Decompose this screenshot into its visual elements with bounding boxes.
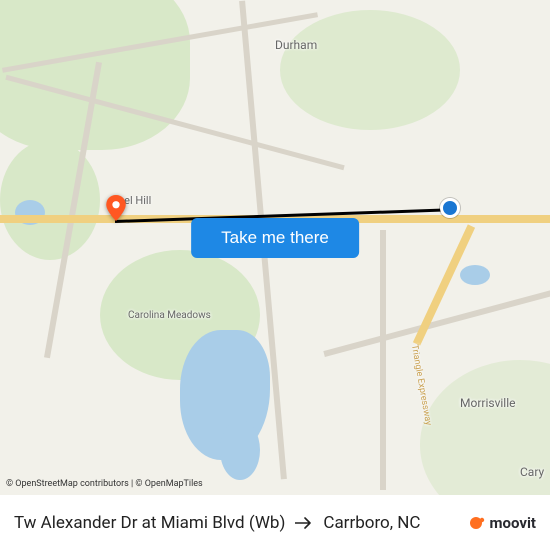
take-me-there-button[interactable]: Take me there: [191, 218, 359, 258]
map-attribution: © OpenStreetMap contributors | © OpenMap…: [6, 479, 203, 489]
map-highway: [413, 224, 475, 345]
map-label-morrisville: Morrisville: [460, 396, 516, 410]
map-viewport[interactable]: Durham pel Hill Carolina Meadows Morrisv…: [0, 0, 550, 495]
route-destination-label: Carrboro, NC: [323, 513, 420, 533]
origin-marker-icon[interactable]: [440, 198, 460, 218]
route-origin-label: Tw Alexander Dr at Miami Blvd (Wb): [14, 513, 285, 533]
map-water: [460, 265, 490, 285]
route-text: Tw Alexander Dr at Miami Blvd (Wb) Carrb…: [14, 513, 459, 533]
map-label-durham: Durham: [275, 38, 317, 52]
moovit-logo-text: moovit: [490, 514, 536, 532]
destination-marker-icon[interactable]: [103, 195, 129, 221]
moovit-logo-icon: [469, 514, 487, 532]
map-water: [220, 420, 260, 480]
route-summary-bar: Tw Alexander Dr at Miami Blvd (Wb) Carrb…: [0, 495, 550, 550]
map-label-carolina-meadows: Carolina Meadows: [128, 310, 211, 321]
map-label-cary: Cary: [520, 465, 544, 479]
map-terrain: [280, 10, 460, 130]
map-road: [380, 230, 386, 490]
arrow-right-icon: [295, 516, 313, 530]
map-label-triangle-expressway: Triangle Expressway: [409, 344, 433, 426]
moovit-logo[interactable]: moovit: [469, 514, 536, 532]
